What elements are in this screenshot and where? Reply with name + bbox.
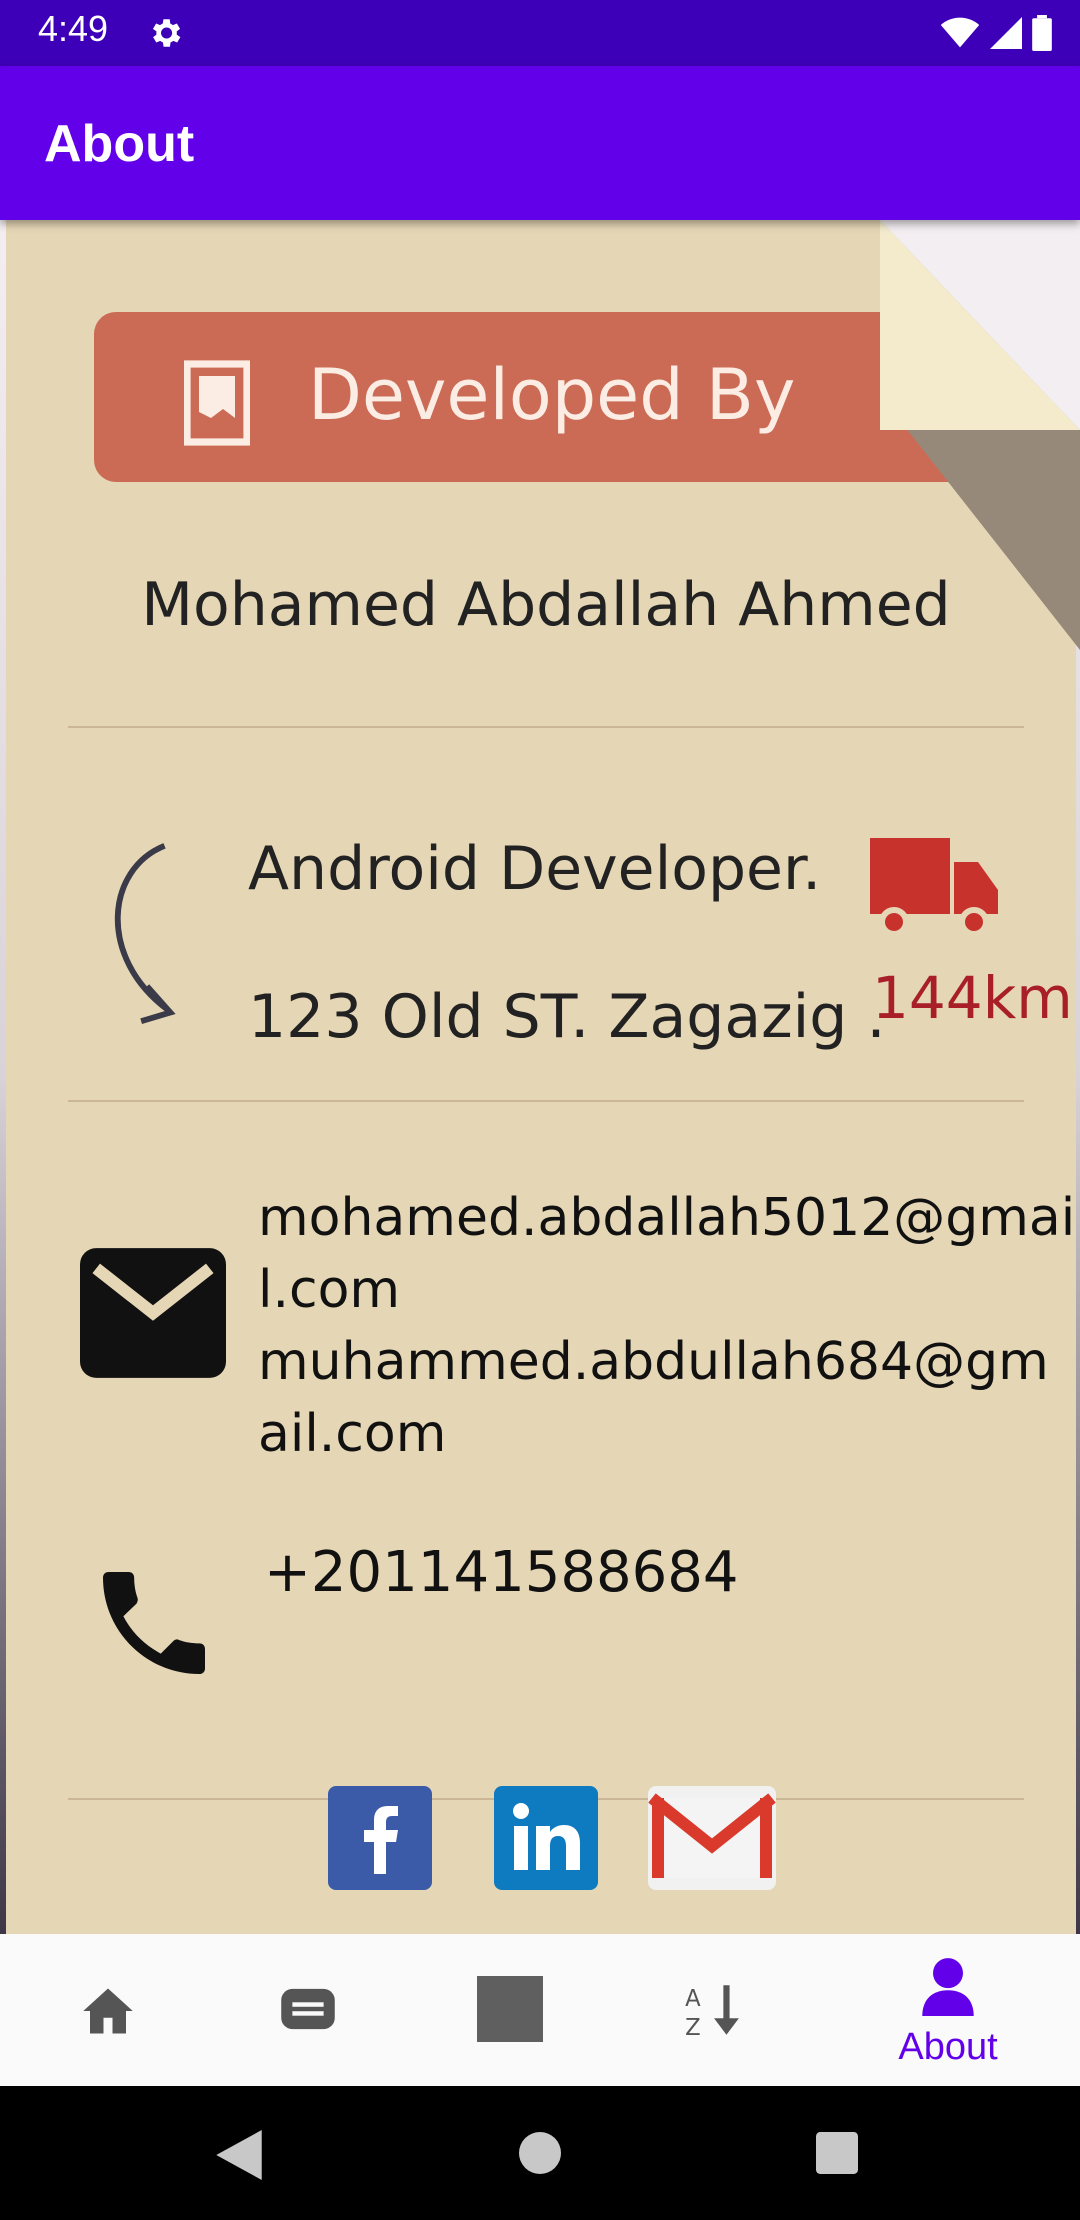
sort-az-icon: A Z (685, 1985, 739, 2040)
phone-icon (103, 1572, 205, 1674)
gmail-button[interactable] (648, 1786, 776, 1890)
linkedin-icon (513, 1803, 580, 1870)
nav-messages[interactable] (200, 1934, 416, 2086)
square-icon (477, 1976, 543, 2042)
email-primary[interactable]: mohamed.abdallah5012@gmail.com (258, 1182, 1078, 1326)
facebook-button[interactable] (328, 1786, 432, 1890)
job-title: Android Developer. (248, 834, 822, 904)
page-title: About (44, 115, 195, 173)
svg-text:A: A (685, 1986, 701, 2012)
back-icon[interactable] (216, 2130, 262, 2180)
distance-value: 144km (872, 964, 1073, 1032)
status-icons (940, 14, 1052, 52)
message-icon (281, 1988, 335, 2030)
battery-icon (1032, 15, 1052, 51)
nav-square[interactable] (402, 1934, 618, 2086)
home-icon (83, 1988, 133, 2034)
phone-number[interactable]: +201141588684 (264, 1540, 738, 1605)
person-icon (922, 1958, 974, 2016)
developed-by-label: Developed By (308, 354, 796, 436)
divider (68, 726, 1024, 728)
system-navigation-bar (0, 2086, 1080, 2220)
truck-icon (870, 838, 998, 937)
status-bar: 4:49 (0, 0, 1080, 66)
nav-about[interactable]: About (840, 1934, 1056, 2086)
nav-home[interactable] (0, 1934, 216, 2086)
email-secondary[interactable]: muhammed.abdullah684@gmail.com (258, 1326, 1078, 1470)
developed-by-banner: Developed By (94, 312, 970, 482)
page-curl (880, 220, 1080, 650)
curved-arrow-icon (114, 843, 176, 1025)
settings-gear-icon (152, 19, 181, 47)
bottom-navigation: A Z About (0, 1934, 1080, 2086)
nav-sort[interactable]: A Z (604, 1934, 820, 2086)
wifi-icon (940, 17, 980, 48)
content-area[interactable]: Developed By Mohamed Abdallah Ahmed Andr… (0, 220, 1080, 1934)
gmail-icon (648, 1793, 776, 1878)
recents-icon[interactable] (816, 2132, 858, 2174)
linkedin-button[interactable] (494, 1786, 598, 1890)
home-circle-icon[interactable] (519, 2132, 561, 2174)
app-bar: About (0, 66, 1080, 220)
svg-text:Z: Z (685, 2015, 701, 2040)
facebook-icon (364, 1806, 398, 1874)
address: 123 Old ST. Zagazig . (248, 982, 886, 1052)
nav-about-label: About (898, 2026, 998, 2068)
signal-icon (990, 17, 1022, 49)
status-time: 4:49 (38, 8, 109, 49)
divider (68, 1100, 1024, 1102)
mail-icon (80, 1248, 226, 1378)
document-icon (184, 360, 250, 446)
